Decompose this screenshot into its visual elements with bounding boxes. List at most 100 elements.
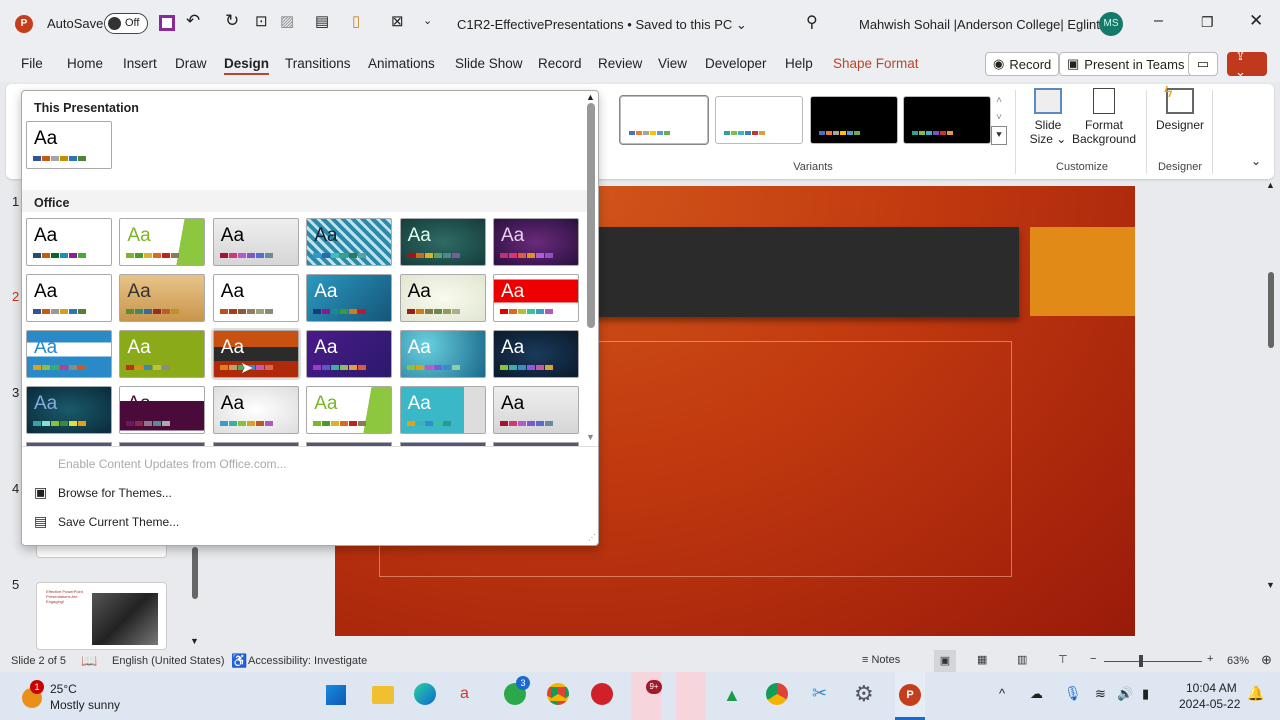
variants-scroll[interactable]: ˄ ˅ ⯆ bbox=[991, 92, 1007, 148]
theme-thumbnail[interactable]: Aa bbox=[210, 328, 301, 380]
theme-thumbnail[interactable]: Aa bbox=[306, 274, 393, 322]
onedrive-icon[interactable]: ☁ bbox=[1030, 686, 1043, 702]
slide-panel-scrollbar[interactable] bbox=[192, 547, 198, 599]
theme-thumbnail[interactable]: Aa bbox=[119, 274, 206, 322]
reading-view-icon[interactable]: ▥ bbox=[1017, 653, 1027, 666]
language-status[interactable]: English (United States) bbox=[112, 655, 225, 667]
theme-thumbnail[interactable]: Aa bbox=[399, 330, 486, 378]
save-current-theme-item[interactable]: Save Current Theme... bbox=[58, 515, 179, 529]
clock-time[interactable]: 10:04 AM bbox=[1186, 681, 1237, 695]
normal-view-icon[interactable]: ▣ bbox=[934, 650, 956, 672]
zoom-level[interactable]: 63% bbox=[1227, 655, 1249, 667]
zoom-slider[interactable] bbox=[1104, 655, 1202, 667]
close-icon[interactable]: ✕ bbox=[1249, 11, 1263, 31]
settings-icon[interactable]: ⚙ bbox=[854, 681, 874, 707]
resize-grip-icon[interactable]: ⋰ bbox=[588, 533, 596, 542]
theme-thumbnail[interactable]: Aa bbox=[119, 330, 206, 378]
theme-thumbnail[interactable]: Aa bbox=[306, 330, 393, 378]
save-icon[interactable] bbox=[159, 15, 175, 31]
theme-thumbnail[interactable]: Aa bbox=[26, 274, 112, 322]
zoom-out-icon[interactable]: − bbox=[1090, 653, 1096, 665]
format-background-button[interactable]: Format Background bbox=[1069, 88, 1139, 146]
volume-icon[interactable]: 🔊 bbox=[1117, 686, 1133, 702]
theme-thumbnail[interactable]: Aa bbox=[26, 330, 112, 378]
theme-thumbnail[interactable]: Aa bbox=[493, 386, 579, 434]
slide-size-button[interactable]: Slide Size ⌄ bbox=[1025, 88, 1071, 146]
share-button[interactable]: ⇪ ⌄ bbox=[1227, 48, 1267, 79]
tab-file[interactable]: File bbox=[21, 56, 43, 71]
notes-button[interactable]: ≡ Notes bbox=[862, 654, 900, 666]
theme-thumbnail[interactable]: Aa bbox=[306, 386, 393, 434]
comments-button[interactable]: ▭ bbox=[1188, 52, 1218, 76]
gallery-scroll-up[interactable]: ▲ bbox=[586, 92, 595, 102]
google-drive-icon[interactable]: ▲ bbox=[723, 685, 741, 706]
spell-check-icon[interactable]: 📖 bbox=[81, 653, 97, 669]
theme-thumbnail[interactable]: Aa bbox=[493, 274, 579, 322]
wifi-icon[interactable]: ≋ bbox=[1095, 686, 1106, 702]
paste-icon[interactable]: ▯ bbox=[352, 12, 360, 30]
microphone-icon[interactable]: 🎙 bbox=[1064, 685, 1082, 702]
edge-icon[interactable] bbox=[414, 683, 436, 705]
present-from-start-icon[interactable]: ⊡ bbox=[255, 12, 268, 30]
theme-thumbnail[interactable]: Aa bbox=[26, 386, 112, 434]
minimize-icon[interactable]: – bbox=[1154, 12, 1163, 30]
tab-design[interactable]: Design bbox=[224, 56, 270, 75]
tab-transitions[interactable]: Transitions bbox=[285, 56, 351, 71]
variant-thumbnail[interactable] bbox=[903, 96, 991, 144]
layout-icon[interactable]: ▤ bbox=[315, 12, 329, 30]
autosave-toggle[interactable]: Off bbox=[104, 13, 148, 34]
snipping-tool-icon[interactable]: ✂ bbox=[812, 683, 827, 704]
tab-help[interactable]: Help bbox=[785, 56, 813, 71]
theme-thumbnail[interactable]: Aa bbox=[212, 274, 299, 322]
theme-thumbnail[interactable]: Aa bbox=[212, 218, 299, 266]
app-icon[interactable]: a bbox=[460, 685, 469, 703]
tab-review[interactable]: Review bbox=[598, 56, 642, 71]
tab-animations[interactable]: Animations bbox=[368, 56, 435, 71]
file-explorer-icon[interactable] bbox=[372, 686, 394, 704]
tab-home[interactable]: Home bbox=[67, 56, 103, 71]
chrome-profile-icon[interactable] bbox=[766, 683, 788, 705]
tab-slide-show[interactable]: Slide Show bbox=[455, 56, 523, 71]
browse-for-themes-item[interactable]: Browse for Themes... bbox=[58, 486, 172, 500]
theme-thumbnail[interactable]: Aa bbox=[212, 386, 299, 434]
tab-shape-format[interactable]: Shape Format bbox=[833, 56, 919, 71]
theme-thumbnail[interactable]: Aa bbox=[119, 386, 206, 434]
theme-thumbnail[interactable]: Aa bbox=[26, 218, 112, 266]
theme-thumbnail[interactable]: Aa bbox=[306, 218, 393, 266]
slide-panel-scroll-down[interactable]: ▼ bbox=[190, 636, 199, 646]
variant-thumbnail[interactable] bbox=[619, 95, 709, 145]
tab-developer[interactable]: Developer bbox=[705, 56, 767, 71]
theme-thumbnail[interactable]: Aa bbox=[119, 218, 206, 266]
tab-draw[interactable]: Draw bbox=[175, 56, 207, 71]
tab-record[interactable]: Record bbox=[538, 56, 582, 71]
zoom-in-icon[interactable]: + bbox=[1207, 653, 1213, 665]
avatar[interactable]: MS bbox=[1099, 12, 1123, 36]
start-icon[interactable] bbox=[325, 684, 347, 706]
tab-insert[interactable]: Insert bbox=[123, 56, 157, 71]
theme-thumbnail[interactable]: Aa bbox=[26, 121, 112, 169]
editor-vertical-scrollbar[interactable] bbox=[1268, 272, 1274, 348]
designer-button[interactable]: ϟ Designer bbox=[1152, 84, 1208, 132]
theme-thumbnail[interactable]: Aa bbox=[399, 274, 486, 322]
restore-icon[interactable]: ❐ bbox=[1201, 14, 1214, 31]
variant-thumbnail[interactable] bbox=[715, 96, 803, 144]
clock-date[interactable]: 2024-05-22 bbox=[1179, 697, 1240, 711]
editor-scroll-up[interactable]: ▲ bbox=[1266, 180, 1275, 190]
theme-thumbnail[interactable]: Aa bbox=[493, 218, 579, 266]
image-globe-icon[interactable]: ⊠ bbox=[391, 12, 404, 30]
fit-to-window-icon[interactable]: ⊕ bbox=[1261, 652, 1272, 668]
show-hidden-icons[interactable]: ^ bbox=[999, 686, 1005, 701]
battery-icon[interactable]: ▮ bbox=[1142, 686, 1149, 702]
powerpoint-taskbar-icon[interactable]: P bbox=[895, 672, 925, 720]
present-in-teams-button[interactable]: ▣ Present in Teams bbox=[1059, 52, 1193, 76]
gallery-scroll-down[interactable]: ▼ bbox=[586, 432, 595, 442]
theme-thumbnail[interactable]: Aa bbox=[399, 386, 486, 434]
accessibility-status[interactable]: Accessibility: Investigate bbox=[248, 655, 367, 667]
search-icon[interactable]: ⚲ bbox=[806, 12, 818, 32]
weather-widget[interactable]: 1 25°C Mostly sunny bbox=[20, 680, 140, 714]
theme-thumbnail[interactable]: Aa bbox=[493, 330, 579, 378]
slide-sorter-icon[interactable]: ▦ bbox=[977, 653, 987, 666]
gallery-scrollbar[interactable] bbox=[587, 103, 595, 328]
theme-thumbnail[interactable]: Aa bbox=[399, 218, 486, 266]
editor-scroll-down[interactable]: ▼ bbox=[1266, 580, 1275, 590]
